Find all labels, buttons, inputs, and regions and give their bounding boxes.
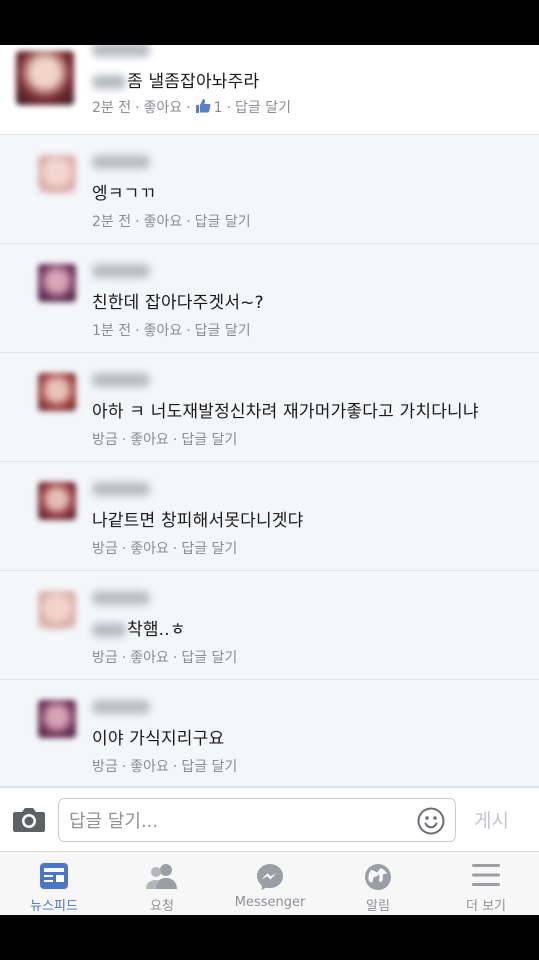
comment-meta: 1분 전 · 좋아요 · 답글 달기 [92,323,251,339]
commenter-name-blurred[interactable] [92,155,150,169]
avatar[interactable] [38,264,76,302]
avatar[interactable] [38,373,76,411]
comment-text: 친한데 잡아다주겟서~? [92,293,264,313]
reply-link[interactable]: 답글 달기 [195,323,251,339]
comment-meta: 2분 전 · 좋아요 · 1 · 답글 달기 [92,98,292,118]
comment-text: 아하 ㅋ 너도재발정신차려 재가머가좋다고 가치다니냐 [92,402,479,422]
comment-item: 좀 낼좀잡아놔주라 2분 전 · 좋아요 · 1 · 답글 달기 [0,45,539,135]
tab-label: 요청 [150,899,174,914]
reply-link[interactable]: 답글 달기 [195,214,251,230]
comment-meta: 방금 · 좋아요 · 답글 달기 [92,432,238,448]
comment-text: 이야 가식지리구요 [92,729,225,749]
reply-item: 이야 가식지리구요 방금 · 좋아요 · 답글 달기 [0,680,539,787]
news-feed-icon [39,862,69,894]
post-button[interactable]: 게시 [474,806,509,833]
tab-messenger[interactable]: Messenger [216,852,324,915]
like-link[interactable]: 좋아요 [130,432,169,448]
reply-input-bar: 게시 [0,787,539,851]
comment-time: 방금 [92,759,118,775]
reply-link[interactable]: 답글 달기 [181,650,237,666]
bottom-tab-bar: 뉴스피드 요청 Messenger 알림 더 보기 [0,851,539,915]
avatar[interactable] [38,155,76,193]
avatar[interactable] [38,482,76,520]
friend-requests-icon [145,862,179,894]
comments-screen: 좀 낼좀잡아놔주라 2분 전 · 좋아요 · 1 · 답글 달기 엥ㅋㄱㄲ 2분 전 · 좋아요… [0,45,539,915]
reply-item: 나같트면 창피해서못다니겟댜 방금 · 좋아요 · 답글 달기 [0,462,539,571]
reply-item: 엥ㅋㄱㄲ 2분 전 · 좋아요 · 답글 달기 [0,135,539,244]
tab-label: Messenger [234,895,306,910]
avatar[interactable] [38,700,76,738]
comment-text: 착햄..ㅎ [92,615,186,640]
thumbs-up-icon [195,98,211,118]
reply-link[interactable]: 답글 달기 [181,759,237,775]
tab-requests[interactable]: 요청 [108,852,216,915]
tab-notifications[interactable]: 알림 [324,852,432,915]
comment-meta: 2분 전 · 좋아요 · 답글 달기 [92,214,251,230]
comment-time: 1분 전 [92,323,132,339]
messenger-icon [255,862,285,896]
reply-link[interactable]: 답글 달기 [181,432,237,448]
blurred-text [92,75,126,89]
comment-list: 좀 낼좀잡아놔주라 2분 전 · 좋아요 · 1 · 답글 달기 엥ㅋㄱㄲ 2분 전 · 좋아요… [0,45,539,787]
like-link[interactable]: 좋아요 [130,541,169,557]
comment-text: 엥ㅋㄱㄲ [92,184,156,204]
like-link[interactable]: 좋아요 [144,214,183,230]
camera-icon[interactable] [12,806,46,834]
commenter-name-blurred[interactable] [92,482,150,496]
reply-item: 친한데 잡아다주겟서~? 1분 전 · 좋아요 · 답글 달기 [0,244,539,353]
avatar[interactable] [16,51,74,105]
like-link[interactable]: 좋아요 [130,759,169,775]
tab-label: 알림 [366,899,390,914]
comment-time: 방금 [92,432,118,448]
comment-time: 방금 [92,650,118,666]
comment-time: 방금 [92,541,118,557]
like-link[interactable]: 좋아요 [130,650,169,666]
like-link[interactable]: 좋아요 [144,100,183,116]
commenter-name-blurred[interactable] [92,700,150,714]
menu-icon [471,862,501,892]
comment-time: 2분 전 [92,100,132,116]
reply-link[interactable]: 답글 달기 [235,100,291,116]
reply-input[interactable] [69,807,399,835]
reply-item: 착햄..ㅎ 방금 · 좋아요 · 답글 달기 [0,571,539,680]
comment-time: 2분 전 [92,214,132,230]
tab-label: 뉴스피드 [30,899,78,914]
tab-news-feed[interactable]: 뉴스피드 [0,852,108,915]
avatar[interactable] [38,591,76,629]
emoji-icon[interactable] [417,807,445,835]
reply-item: 아하 ㅋ 너도재발정신차려 재가머가좋다고 가치다니냐 방금 · 좋아요 · 답글 달기 [0,353,539,462]
blurred-text [92,623,126,637]
commenter-name-blurred[interactable] [92,591,150,605]
reply-input-box[interactable] [58,798,456,842]
like-link[interactable]: 좋아요 [144,323,183,339]
globe-notifications-icon [363,862,393,896]
commenter-name-blurred[interactable] [92,373,150,387]
reply-link[interactable]: 답글 달기 [181,541,237,557]
tab-more[interactable]: 더 보기 [432,852,539,915]
tab-label: 더 보기 [465,899,506,914]
comment-meta: 방금 · 좋아요 · 답글 달기 [92,541,238,557]
commenter-name-blurred[interactable] [92,264,150,278]
comment-text: 나같트면 창피해서못다니겟댜 [92,511,304,531]
comment-meta: 방금 · 좋아요 · 답글 달기 [92,759,238,775]
comment-text: 좀 낼좀잡아놔주라 [92,67,259,92]
like-count: 1 [213,100,223,116]
commenter-name-blurred[interactable] [92,45,150,57]
comment-meta: 방금 · 좋아요 · 답글 달기 [92,650,238,666]
